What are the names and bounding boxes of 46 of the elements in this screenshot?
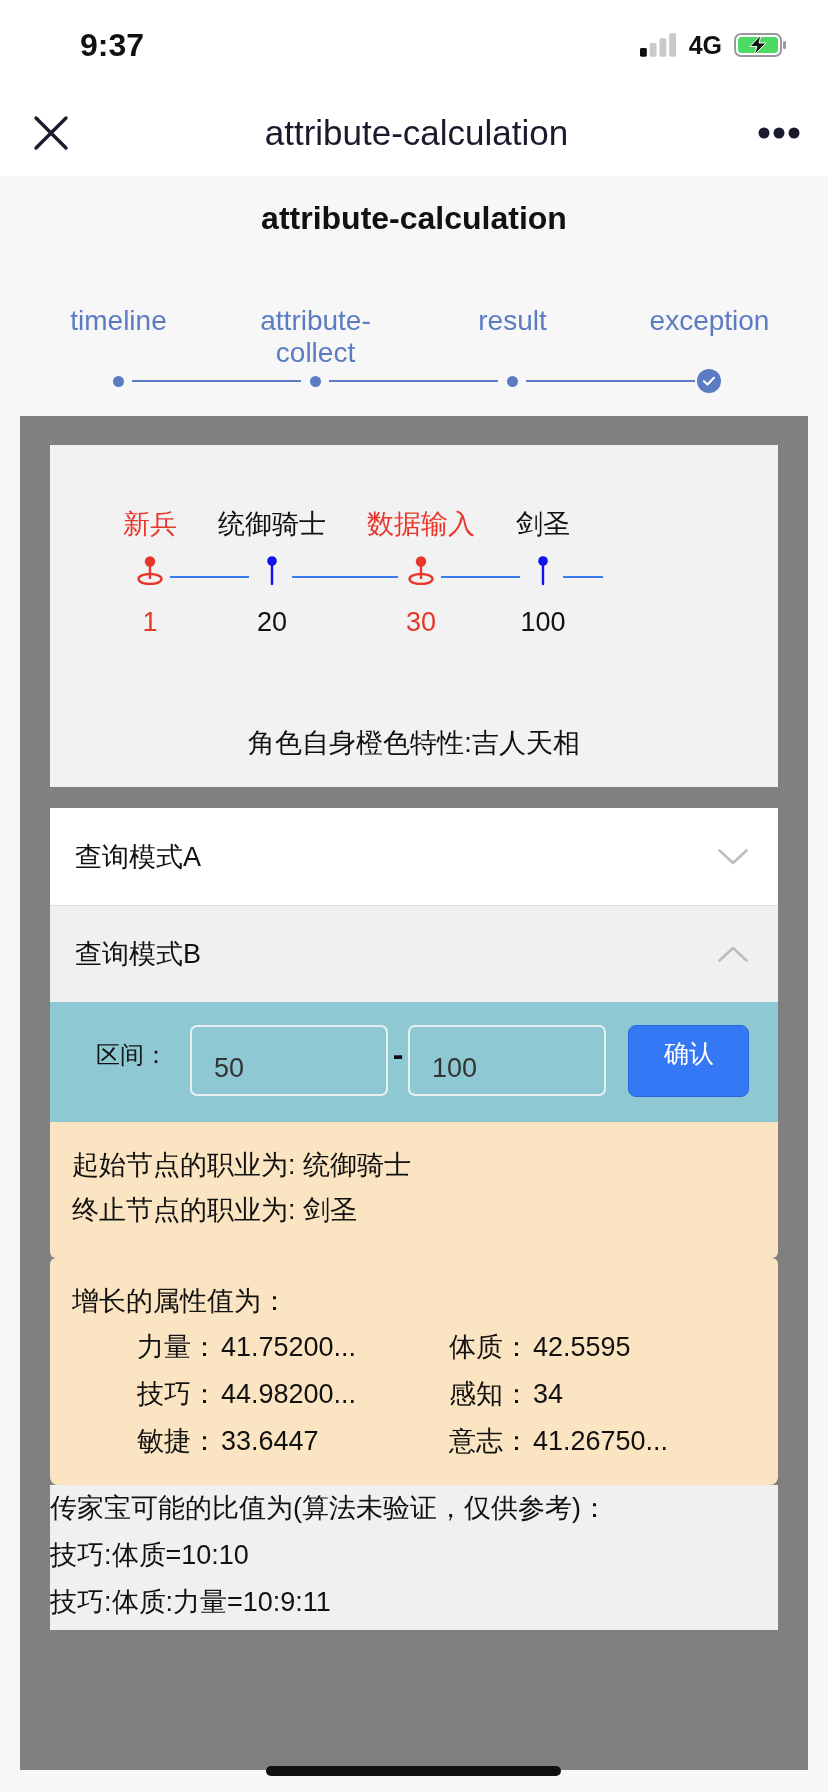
step-label: timeline [70, 305, 167, 337]
timeline-node-value: 30 [405, 606, 436, 639]
ratio-line: 技巧:体质:力量=10:9:11 [50, 1586, 331, 1619]
more-icon[interactable] [758, 127, 800, 139]
range-end-input[interactable]: 100 [408, 1025, 606, 1096]
stat-label: 敏捷： [137, 1424, 218, 1458]
stat-value: 34 [533, 1377, 564, 1411]
signal-icon [639, 33, 677, 57]
summary-line: 起始节点的职业为: 统御骑士 [72, 1149, 411, 1182]
stat-label: 力量： [137, 1330, 218, 1364]
heirloom-title: 传家宝可能的比值为(算法未验证，仅供参考)： [50, 1492, 608, 1525]
nav-title: attribute-calculation [264, 113, 569, 153]
ratio-line: 技巧:体质=10:10 [50, 1539, 249, 1572]
timeline-node-name: 剑圣 [516, 508, 570, 541]
stat-label: 感知： [449, 1377, 530, 1411]
timeline-node-name: 新兵 [123, 508, 177, 541]
timeline-node-name: 数据输入 [367, 508, 475, 541]
trait-text: 角色自身橙色特性:吉人天相 [248, 727, 580, 760]
page-title: attribute-calculation [261, 200, 567, 236]
timeline-node-value: 1 [142, 606, 158, 639]
range-separator: - [391, 1038, 405, 1070]
step-label: attribute-collect [260, 305, 371, 369]
timeline-node-value: 100 [520, 606, 566, 639]
stat-value: 44.98200... [221, 1377, 357, 1411]
timeline-node-name: 统御骑士 [218, 508, 326, 541]
stat-value: 42.5595 [533, 1330, 631, 1364]
confirm-button[interactable]: 确认 [628, 1025, 749, 1097]
stat-label: 技巧： [137, 1377, 218, 1411]
accordion-header[interactable]: 查询模式B [50, 905, 778, 1002]
stat-value: 33.6447 [221, 1424, 319, 1458]
stat-label: 体质： [449, 1330, 530, 1364]
status-time: 9:37 [80, 26, 145, 64]
step-label: result [478, 305, 547, 337]
battery-charging-icon [734, 33, 787, 57]
timeline-node-value: 20 [256, 606, 287, 639]
step-label: exception [649, 305, 770, 337]
stat-label: 意志： [449, 1424, 530, 1458]
range-start-input[interactable]: 50 [190, 1025, 388, 1096]
summary-line: 终止节点的职业为: 剑圣 [72, 1194, 357, 1227]
accordion-header[interactable]: 查询模式A [50, 808, 778, 905]
growth-title: 增长的属性值为： [72, 1285, 288, 1318]
network-label: 4G [688, 30, 722, 60]
range-label: 区间： [96, 1040, 168, 1070]
stat-value: 41.26750... [533, 1424, 669, 1458]
close-icon[interactable] [33, 115, 69, 151]
stat-value: 41.75200... [221, 1330, 357, 1364]
